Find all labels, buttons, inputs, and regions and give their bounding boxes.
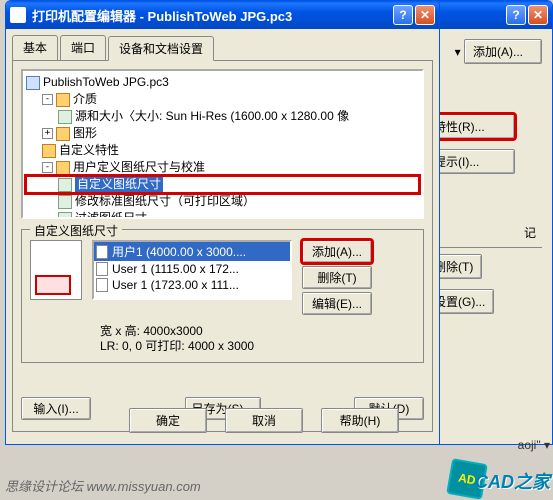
add-button[interactable]: 添加(A)...: [302, 240, 372, 263]
folder-icon: [56, 161, 70, 175]
page-icon: [96, 278, 108, 292]
edit-button[interactable]: 编辑(E)...: [302, 292, 372, 315]
tab-strip: 基本 端口 设备和文档设置: [12, 35, 433, 61]
tree-item[interactable]: -介质: [26, 91, 419, 108]
help-button[interactable]: 帮助(H): [321, 408, 399, 433]
tree-root[interactable]: PublishToWeb JPG.pc3: [26, 74, 419, 91]
tab-port[interactable]: 端口: [60, 35, 106, 60]
list-item[interactable]: User 1 (1115.00 x 172...: [94, 261, 290, 277]
leaf-icon: [58, 212, 72, 220]
printer-icon: [26, 76, 40, 90]
collapse-icon[interactable]: -: [42, 162, 53, 173]
tree-item-custom-paper-size[interactable]: 自定义图纸尺寸: [26, 176, 419, 193]
printer-config-editor-window: 打印机配置编辑器 - PublishToWeb JPG.pc3 ? ✕ 基本 端…: [5, 0, 440, 445]
page-icon: [96, 262, 108, 276]
printer-icon: [10, 7, 26, 23]
tab-device-doc-settings[interactable]: 设备和文档设置: [108, 36, 214, 61]
tree-item[interactable]: 过滤图纸尺寸: [26, 210, 419, 219]
leaf-icon: [58, 195, 72, 209]
settings-tree[interactable]: PublishToWeb JPG.pc3 -介质 源和大小〈大小: Sun Hi…: [21, 69, 424, 219]
tree-item[interactable]: +图形: [26, 125, 419, 142]
leaf-icon: [58, 178, 72, 192]
close-icon[interactable]: ✕: [415, 5, 435, 25]
custom-paper-size-group: 自定义图纸尺寸 用户1 (4000.00 x 3000.... User 1 (…: [21, 229, 424, 363]
watermark-text: 思缘设计论坛 www.missyuan.com: [5, 476, 201, 495]
tree-item[interactable]: -用户定义图纸尺寸与校准: [26, 159, 419, 176]
help-icon[interactable]: ?: [506, 5, 526, 25]
paper-size-list[interactable]: 用户1 (4000.00 x 3000.... User 1 (1115.00 …: [92, 240, 292, 300]
collapse-icon[interactable]: -: [42, 94, 53, 105]
window-title: 打印机配置编辑器 - PublishToWeb JPG.pc3: [30, 6, 391, 25]
chevron-down-icon[interactable]: ▾: [455, 45, 461, 59]
tree-item[interactable]: 自定义特性: [26, 142, 419, 159]
tree-item[interactable]: 源和大小〈大小: Sun Hi-Res (1600.00 x 1280.00 像: [26, 108, 419, 125]
group-title: 自定义图纸尺寸: [30, 222, 122, 239]
paper-preview-icon: [30, 240, 82, 300]
size-info: 宽 x 高: 4000x3000 LR: 0, 0 可打印: 4000 x 30…: [30, 324, 415, 354]
memo-label: 记: [425, 224, 542, 241]
page-icon: [96, 245, 108, 259]
tab-panel: PublishToWeb JPG.pc3 -介质 源和大小〈大小: Sun Hi…: [12, 60, 433, 432]
dialog-button-row: 确定 取消 帮助(H): [129, 408, 399, 436]
ok-button[interactable]: 确定: [129, 408, 207, 433]
chevron-down-icon[interactable]: ▾: [544, 438, 550, 452]
delete-button[interactable]: 删除(T): [302, 266, 372, 289]
add-button[interactable]: 添加(A)...: [464, 39, 542, 64]
list-item[interactable]: 用户1 (4000.00 x 3000....: [94, 242, 290, 261]
folder-icon: [56, 93, 70, 107]
tree-item[interactable]: 修改标准图纸尺寸（可打印区域）: [26, 193, 419, 210]
input-button[interactable]: 输入(I)...: [21, 397, 91, 420]
folder-icon: [56, 127, 70, 141]
folder-icon: [42, 144, 56, 158]
tab-basic[interactable]: 基本: [12, 35, 58, 60]
bg-suffix-text: aoji" ▾: [518, 438, 550, 452]
titlebar[interactable]: 打印机配置编辑器 - PublishToWeb JPG.pc3 ? ✕: [6, 1, 439, 29]
client-area: 基本 端口 设备和文档设置 PublishToWeb JPG.pc3 -介质 源…: [6, 29, 439, 438]
help-icon[interactable]: ?: [393, 5, 413, 25]
close-icon[interactable]: ✕: [528, 5, 548, 25]
cancel-button[interactable]: 取消: [225, 408, 303, 433]
leaf-icon: [58, 110, 72, 124]
logo-text: CAD之家: [475, 468, 550, 494]
expand-icon[interactable]: +: [42, 128, 53, 139]
list-item[interactable]: User 1 (1723.00 x 111...: [94, 277, 290, 293]
list-button-column: 添加(A)... 删除(T) 编辑(E)...: [302, 240, 372, 318]
